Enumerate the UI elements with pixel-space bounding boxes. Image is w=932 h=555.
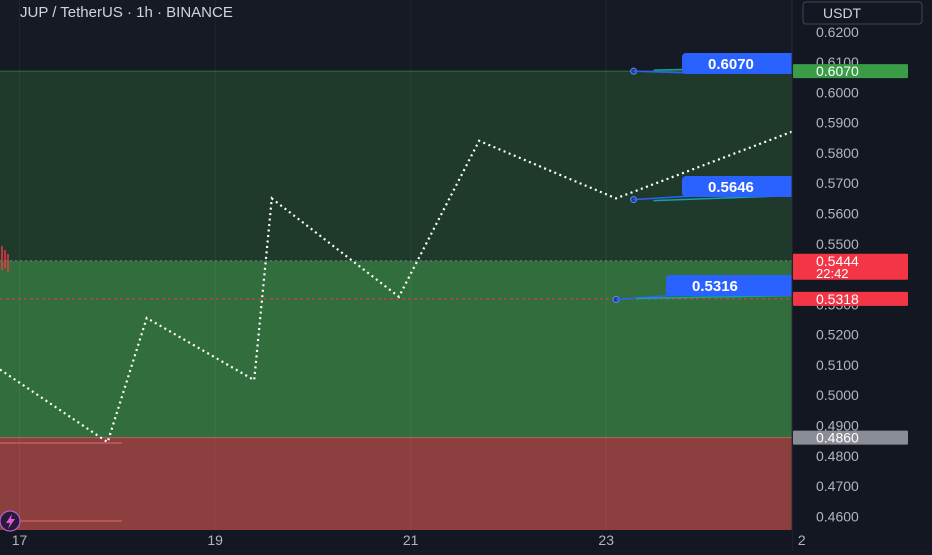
price-tag-text: 0.5318 — [816, 291, 859, 307]
time-axis[interactable] — [0, 530, 792, 550]
x-tick-label: 17 — [12, 532, 28, 548]
y-tick-label: 0.5000 — [816, 387, 859, 403]
y-tick-label: 0.5500 — [816, 236, 859, 252]
y-tick-label: 0.5100 — [816, 357, 859, 373]
currency-button[interactable]: USDT — [802, 1, 923, 25]
y-tick-label: 0.5200 — [816, 327, 859, 343]
target-label-text: 0.6070 — [708, 56, 754, 73]
y-tick-label: 0.6200 — [816, 24, 859, 40]
price-tag-countdown: 22:42 — [816, 266, 849, 281]
y-tick-label: 0.4600 — [816, 508, 859, 524]
x-tick-label: 2 — [798, 532, 806, 548]
y-tick-label: 0.5800 — [816, 145, 859, 161]
target-label-text: 0.5316 — [692, 278, 738, 295]
x-tick-label: 19 — [207, 532, 223, 548]
y-tick-label: 0.5900 — [816, 115, 859, 131]
x-tick-label: 21 — [403, 532, 419, 548]
currency-button-box — [802, 1, 923, 25]
y-tick-label: 0.4700 — [816, 478, 859, 494]
price-tag-0-4860: 0.4860 — [793, 430, 908, 446]
target-label-text: 0.5646 — [708, 179, 754, 196]
currency-label: USDT — [823, 5, 862, 21]
price-tag-0-5444: 0.544422:42 — [793, 253, 908, 281]
price-tag-text: 0.4860 — [816, 430, 859, 446]
price-chart[interactable]: 0.60700.56460.53160.62000.61000.60000.59… — [0, 0, 932, 550]
price-tag-0-6070: 0.6070 — [793, 63, 908, 79]
y-tick-label: 0.5600 — [816, 206, 859, 222]
y-tick-label: 0.6000 — [816, 84, 859, 100]
zone-stop — [0, 437, 792, 530]
price-tag-text: 0.6070 — [816, 63, 859, 79]
chart-window: 0.6070 0.5646 0.5316 0.6200 0.6100 0.6000 0.59… — [0, 0, 932, 550]
lightning-logo-icon — [0, 510, 21, 532]
zone-target — [0, 71, 792, 261]
price-tag-0-5318: 0.5318 — [793, 291, 908, 307]
chart-title: JUP / TetherUS · 1h · BINANCE — [20, 4, 233, 21]
y-tick-label: 0.5700 — [816, 175, 859, 191]
x-tick-label: 23 — [598, 532, 614, 548]
y-tick-label: 0.4800 — [816, 448, 859, 464]
